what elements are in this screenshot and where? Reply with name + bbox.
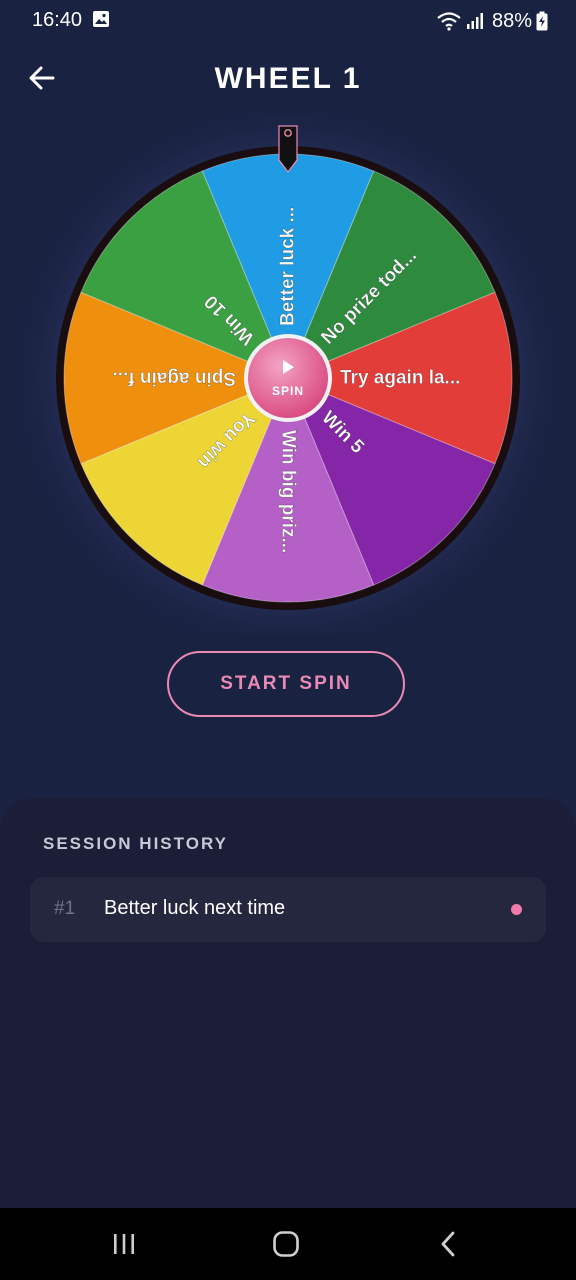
history-item[interactable]: #1 Better luck next time (30, 877, 546, 942)
wheel-segment-label: Try again la... (340, 368, 460, 389)
wifi-icon (437, 12, 461, 31)
spin-hub-label: SPIN (272, 384, 304, 398)
wheel-segment-label: Better luck ... (278, 207, 299, 326)
history-item-index: #1 (54, 898, 76, 919)
system-nav-bar (0, 1208, 576, 1280)
app-root: 16:40 88% WHEEL 1 Better luck ... No pri… (0, 0, 576, 1280)
page-title: WHEEL 1 (214, 62, 362, 95)
top-bar: WHEEL 1 (0, 44, 576, 114)
history-item-text: Better luck next time (104, 897, 286, 919)
status-bar: 16:40 88% (0, 0, 576, 44)
start-spin-label: START SPIN (220, 673, 352, 694)
status-time: 16:40 (32, 9, 83, 31)
chevron-left-icon (441, 1231, 455, 1257)
home-button[interactable] (262, 1222, 310, 1266)
recent-apps-icon (114, 1234, 134, 1254)
battery-percentage: 88% (491, 9, 532, 32)
session-history-panel: SESSION HISTORY #1 Better luck next time (0, 798, 576, 1208)
home-icon (273, 1231, 299, 1257)
history-item-dot (511, 904, 522, 915)
status-icons: 88% (436, 8, 548, 34)
history-title: SESSION HISTORY (43, 834, 228, 853)
spin-hub-button[interactable] (248, 338, 328, 418)
gallery-notification-icon (93, 11, 109, 27)
wheel-area: Better luck ... No prize tod... Try again … (0, 114, 576, 634)
wheel-segment-label: Win big priz... (278, 430, 299, 553)
battery-charging-icon (536, 11, 548, 31)
recent-apps-button[interactable] (100, 1222, 148, 1266)
signal-icon (466, 13, 483, 29)
prize-wheel[interactable]: Better luck ... No prize tod...Try again … (0, 114, 576, 634)
system-back-button[interactable] (424, 1222, 472, 1266)
wheel-segment-label: Spin again f... (112, 368, 236, 389)
start-spin-button[interactable]: START SPIN (167, 651, 405, 717)
